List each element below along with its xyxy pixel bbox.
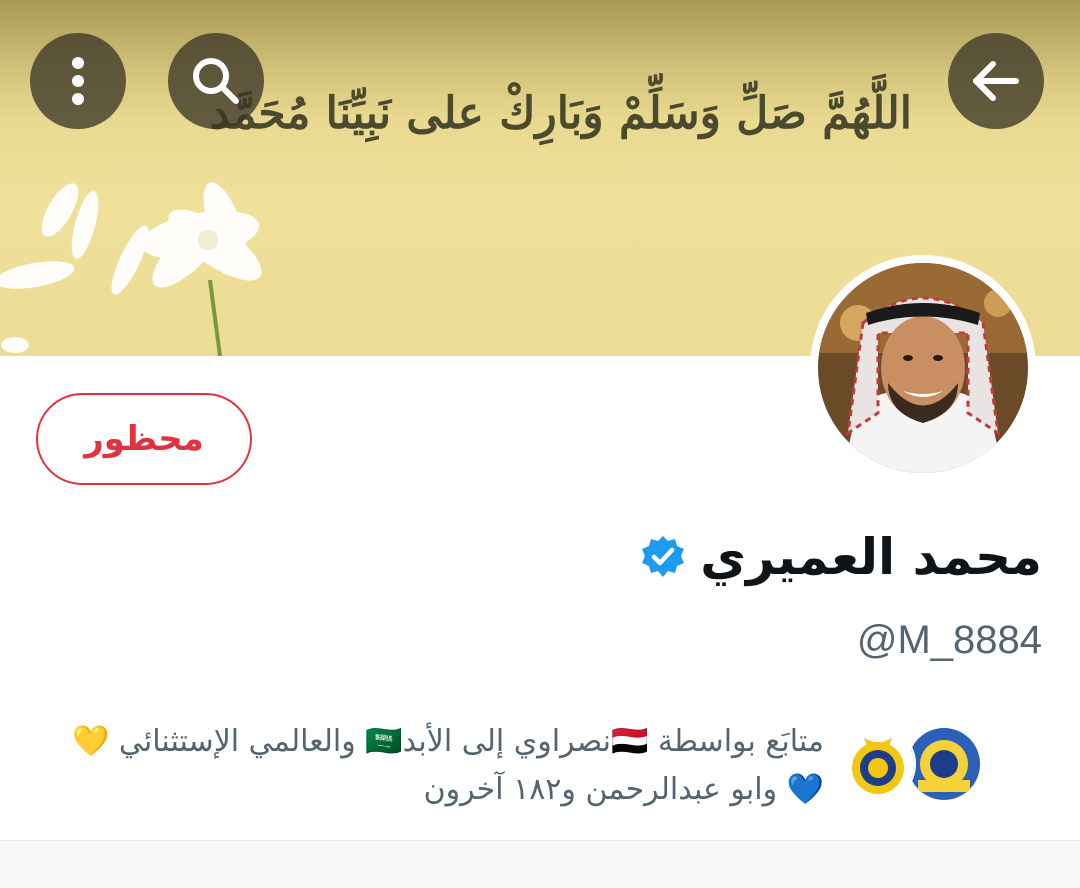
search-button[interactable] (168, 33, 264, 129)
banner-calligraphy: اللَّهُمَّ صَلِّ وَسَلِّمْ وَبَارِكْ على… (209, 88, 912, 139)
more-options-button[interactable] (30, 33, 126, 129)
followed-by-text[interactable]: متابَع بواسطة 🇾🇪نصراوي إلى الأبد🇸🇦 والعا… (0, 718, 824, 814)
blocked-button[interactable]: محظور (36, 393, 252, 485)
arrow-left-icon (973, 61, 1019, 101)
verified-badge-icon[interactable] (640, 534, 686, 580)
more-vertical-icon (72, 57, 84, 105)
back-button[interactable] (948, 33, 1044, 129)
avatar (818, 263, 1028, 473)
followed-by-line-1: متابَع بواسطة 🇾🇪نصراوي إلى الأبد🇸🇦 والعا… (72, 724, 824, 759)
banner-flowers-image (0, 182, 262, 356)
followed-by-line-2: 💙 وابو عبدالرحمن و١٨٢ آخرون (423, 772, 824, 807)
section-divider (0, 840, 1080, 888)
profile-avatar-frame[interactable] (810, 255, 1036, 481)
search-icon (193, 58, 239, 104)
profile-name: محمد العميري (700, 528, 1042, 586)
follower-avatar (840, 726, 916, 802)
profile-handle: @M_8884 (856, 618, 1042, 662)
followed-by-avatars[interactable] (840, 726, 982, 802)
profile-name-row: محمد العميري (640, 528, 1042, 586)
follower-avatar (906, 726, 982, 802)
